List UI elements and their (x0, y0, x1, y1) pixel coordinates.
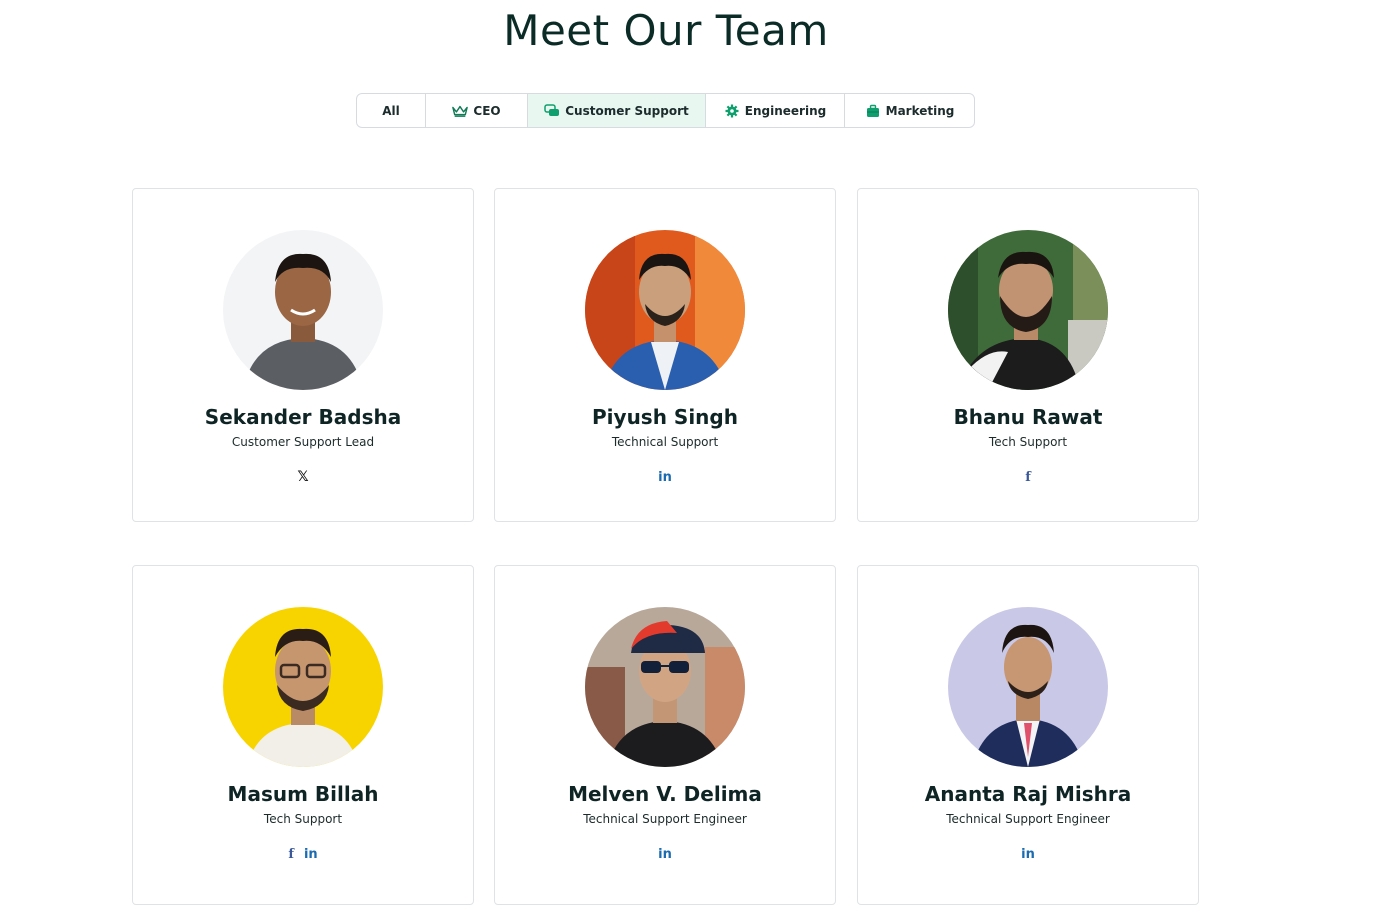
member-role: Technical Support Engineer (583, 812, 747, 826)
member-role: Tech Support (988, 435, 1068, 449)
tab-marketing[interactable]: Marketing (845, 94, 974, 127)
social-links: in (495, 469, 835, 485)
team-member-card: Melven V. Delima Technical Support Engin… (494, 565, 836, 905)
member-name: Sekander Badsha (204, 405, 402, 429)
tab-label: Engineering (744, 103, 827, 118)
team-member-card: Bhanu Rawat Tech Support f (857, 188, 1199, 522)
social-links: 𝕏 (133, 469, 473, 485)
team-member-card: Piyush Singh Technical Support in (494, 188, 836, 522)
tab-ceo[interactable]: CEO (426, 94, 528, 127)
linkedin-icon[interactable]: in (658, 846, 672, 862)
avatar (948, 607, 1108, 767)
member-name: Ananta Raj Mishra (924, 782, 1132, 806)
avatar (223, 230, 383, 390)
tab-label: All (382, 103, 400, 118)
member-name: Bhanu Rawat (953, 405, 1103, 429)
x-twitter-icon[interactable]: 𝕏 (297, 469, 308, 485)
tab-customer-support[interactable]: Customer Support (528, 94, 706, 127)
facebook-icon[interactable]: f (1025, 469, 1031, 485)
avatar (223, 607, 383, 767)
linkedin-icon[interactable]: in (304, 846, 318, 862)
social-links: f in (133, 846, 473, 862)
member-name: Melven V. Delima (568, 782, 762, 806)
social-links: in (858, 846, 1198, 862)
avatar (585, 230, 745, 390)
team-member-card: Sekander Badsha Customer Support Lead 𝕏 (132, 188, 474, 522)
member-role: Customer Support Lead (231, 435, 375, 449)
tab-all[interactable]: All (357, 94, 426, 127)
member-name: Piyush Singh (592, 405, 738, 429)
briefcase-icon (865, 103, 881, 119)
linkedin-icon[interactable]: in (1021, 846, 1035, 862)
tab-label: CEO (473, 103, 501, 118)
avatar (948, 230, 1108, 390)
member-role: Technical Support Engineer (946, 812, 1110, 826)
page-title: Meet Our Team (503, 6, 829, 55)
linkedin-icon[interactable]: in (658, 469, 672, 485)
chat-bubbles-icon (544, 103, 560, 119)
tab-label: Marketing (885, 103, 955, 118)
member-role: Technical Support (611, 435, 719, 449)
facebook-icon[interactable]: f (288, 846, 294, 862)
team-member-card: Masum Billah Tech Support f in (132, 565, 474, 905)
gear-icon (724, 103, 740, 119)
team-member-card: Ananta Raj Mishra Technical Support Engi… (857, 565, 1199, 905)
social-links: f (858, 469, 1198, 485)
tab-label: Customer Support (565, 103, 689, 118)
team-filter-tabs: All CEO Customer Support Engineering Mar… (356, 93, 975, 128)
social-links: in (495, 846, 835, 862)
member-role: Tech Support (263, 812, 343, 826)
member-name: Masum Billah (227, 782, 379, 806)
tab-engineering[interactable]: Engineering (706, 94, 845, 127)
crown-icon (452, 103, 469, 119)
avatar (585, 607, 745, 767)
